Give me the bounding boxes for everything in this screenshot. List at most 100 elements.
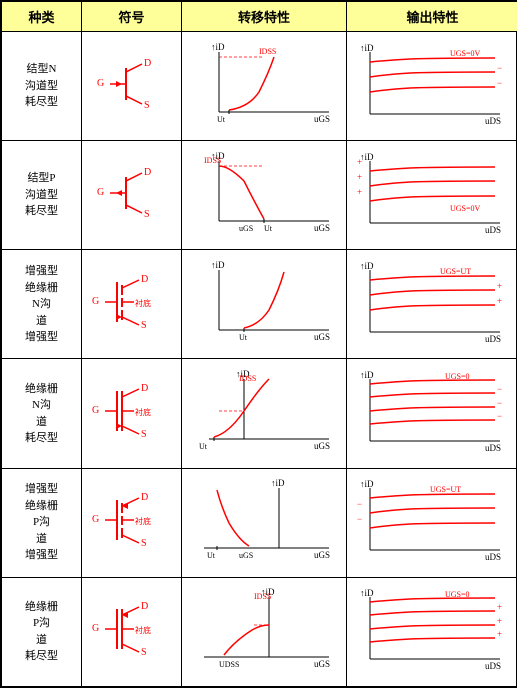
svg-text:uDS: uDS <box>485 334 501 344</box>
transfer-jn-n-depletion: ↑iD uGS IDSS Ut <box>182 32 347 141</box>
svg-text:+: + <box>497 296 502 306</box>
section-mosfet-p-depletion-label: 绝缘栅P沟道耗尽型 <box>2 577 82 686</box>
section-mosfet-p-enhance-label: 增强型绝缘栅P沟道增强型 <box>2 468 82 577</box>
svg-text:+: + <box>497 629 502 639</box>
header-type: 种类 <box>2 2 82 32</box>
output-jp-depletion: ↑iD uDS + + + UGS=0V <box>347 141 517 250</box>
svg-text:uDS: uDS <box>485 116 501 126</box>
svg-text:IDSS: IDSS <box>239 374 256 383</box>
svg-text:Ut: Ut <box>199 442 208 451</box>
svg-text:↑iD: ↑iD <box>360 152 374 162</box>
svg-text:UGS=UT: UGS=UT <box>430 485 461 494</box>
svg-text:衬底: 衬底 <box>135 516 151 526</box>
section-mosfet-n-enhance-label: 增强型绝缘栅N沟道增强型 <box>2 250 82 359</box>
svg-text:−: − <box>497 398 502 408</box>
transfer-mosfet-p-depletion: ↑iD uGS IDSS UDSS <box>182 577 347 686</box>
symbol-mosfet-p-depletion: G 衬底 D S <box>82 577 182 686</box>
svg-text:G: G <box>92 405 99 416</box>
svg-text:S: S <box>141 538 147 549</box>
svg-text:↑iD: ↑iD <box>360 588 374 598</box>
svg-text:G: G <box>97 78 104 89</box>
transfer-mosfet-n-depletion: ↑iD uGS Ut IDSS <box>182 359 347 468</box>
svg-text:uGS: uGS <box>314 659 330 669</box>
output-mosfet-p-enhance: ↑iD uDS UGS=UT − − <box>347 468 517 577</box>
svg-text:uGS: uGS <box>314 223 330 233</box>
output-jn-n-depletion: ↑iD uDS UGS=0V − − <box>347 32 517 141</box>
svg-text:Ut: Ut <box>217 115 226 124</box>
svg-text:G: G <box>92 514 99 525</box>
svg-text:D: D <box>144 167 151 178</box>
svg-text:↑iD: ↑iD <box>360 479 374 489</box>
svg-text:IDSS: IDSS <box>254 592 271 601</box>
transfer-jp-depletion: ↑iD uGS IDSS Ut uGS <box>182 141 347 250</box>
svg-text:S: S <box>144 209 150 220</box>
svg-text:−: − <box>497 411 502 421</box>
svg-text:+: + <box>357 172 362 182</box>
svg-text:D: D <box>141 383 148 394</box>
svg-text:UDSS: UDSS <box>219 660 239 669</box>
symbol-mosfet-p-enhance: G 衬底 D S <box>82 468 182 577</box>
svg-text:uGS: uGS <box>314 332 330 342</box>
symbol-mosfet-n-depletion: G 衬底 D S <box>82 359 182 468</box>
svg-text:UGS=0V: UGS=0V <box>450 49 481 58</box>
section-mosfet-n-depletion-label: 绝缘栅N沟道耗尽型 <box>2 359 82 468</box>
svg-text:↑iD: ↑iD <box>271 478 285 488</box>
output-mosfet-n-depletion: ↑iD uDS UGS=0 − − − <box>347 359 517 468</box>
svg-text:衬底: 衬底 <box>135 625 151 635</box>
svg-text:UGS=0: UGS=0 <box>445 590 470 599</box>
section-jn-label: 结型N沟道型耗尽型 <box>2 32 82 141</box>
svg-text:uDS: uDS <box>485 443 501 453</box>
svg-text:S: S <box>144 100 150 111</box>
svg-text:UGS=0: UGS=0 <box>445 372 470 381</box>
svg-text:+: + <box>497 281 502 291</box>
svg-text:−: − <box>497 384 502 394</box>
svg-text:↑iD: ↑iD <box>360 43 374 53</box>
svg-text:衬底: 衬底 <box>135 407 151 417</box>
svg-text:uDS: uDS <box>485 661 501 671</box>
svg-text:衬底: 衬底 <box>135 298 151 308</box>
svg-text:uDS: uDS <box>485 552 501 562</box>
svg-text:+: + <box>497 616 502 626</box>
svg-text:S: S <box>141 429 147 440</box>
svg-text:−: − <box>497 78 502 88</box>
svg-text:S: S <box>141 320 147 331</box>
svg-text:−: − <box>357 514 362 524</box>
svg-text:+: + <box>357 187 362 197</box>
svg-text:UGS=0V: UGS=0V <box>450 204 481 213</box>
svg-text:G: G <box>97 187 104 198</box>
svg-text:G: G <box>92 623 99 634</box>
svg-text:IDSS: IDSS <box>259 47 276 56</box>
svg-text:−: − <box>357 499 362 509</box>
svg-text:↑iD: ↑iD <box>211 42 225 52</box>
svg-text:D: D <box>141 274 148 285</box>
svg-text:G: G <box>92 296 99 307</box>
svg-text:uGS: uGS <box>314 114 330 124</box>
svg-text:Ut: Ut <box>264 224 273 233</box>
svg-text:S: S <box>141 647 147 658</box>
svg-text:↑iD: ↑iD <box>360 370 374 380</box>
svg-text:D: D <box>141 492 148 503</box>
main-table-container: 种类 符号 转移特性 输出特性 结型N沟道型耗尽型 G <box>0 0 517 688</box>
symbol-jn-depletion: G D S <box>82 32 182 141</box>
header-transfer: 转移特性 <box>182 2 347 32</box>
svg-text:uGS: uGS <box>314 441 330 451</box>
svg-text:+: + <box>357 157 362 167</box>
svg-text:uDS: uDS <box>485 225 501 235</box>
transfer-mosfet-p-enhance: ↑iD uGS Ut uGS <box>182 468 347 577</box>
svg-text:+: + <box>497 602 502 612</box>
output-mosfet-n-enhance: ↑iD uDS UGS=UT + + <box>347 250 517 359</box>
header-symbol: 符号 <box>82 2 182 32</box>
header-output: 输出特性 <box>347 2 517 32</box>
svg-text:uGS: uGS <box>239 551 253 560</box>
svg-text:↑iD: ↑iD <box>211 260 225 270</box>
svg-text:uGS: uGS <box>314 550 330 560</box>
svg-text:D: D <box>141 601 148 612</box>
output-mosfet-p-depletion: ↑iD uDS UGS=0 + + + <box>347 577 517 686</box>
symbol-mosfet-n-enhance: G 衬底 D <box>82 250 182 359</box>
transfer-mosfet-n-enhance: ↑iD uGS Ut <box>182 250 347 359</box>
svg-text:D: D <box>144 58 151 69</box>
svg-text:↑iD: ↑iD <box>360 261 374 271</box>
symbol-jp-depletion: G D S <box>82 141 182 250</box>
svg-text:IDSS: IDSS <box>204 156 221 165</box>
svg-text:−: − <box>497 63 502 73</box>
